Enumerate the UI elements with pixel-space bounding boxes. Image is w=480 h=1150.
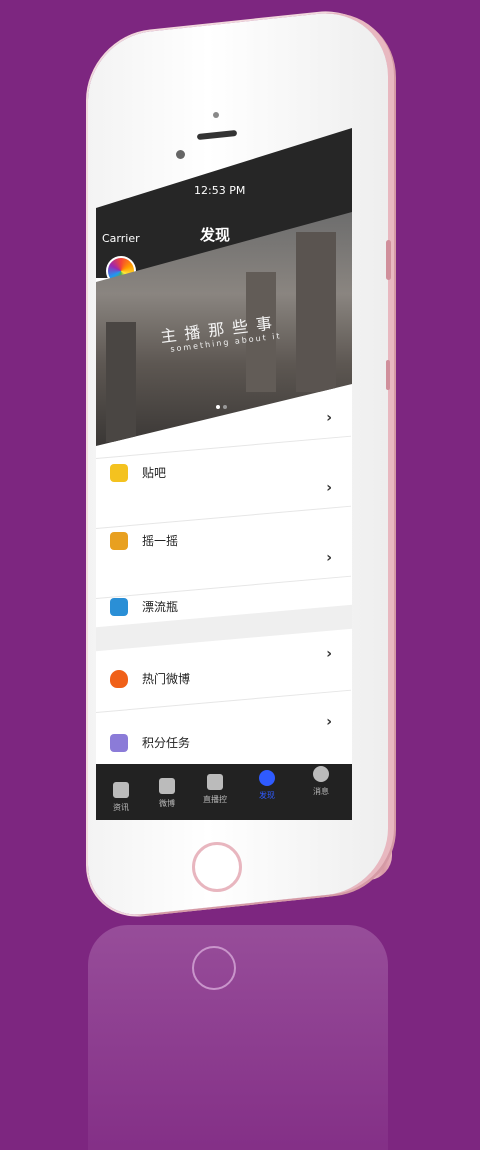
chevron-right-icon: › xyxy=(326,714,332,730)
list-item-label: 积分任务 xyxy=(142,736,191,750)
discover-planet-icon xyxy=(259,770,275,786)
tab-label: 资讯 xyxy=(113,803,129,812)
tab-discover[interactable]: 发现 xyxy=(244,770,290,801)
points-task-icon xyxy=(110,734,128,752)
tab-bar: 资讯 微博 直播控 发现 消息 xyxy=(96,764,352,820)
phone-screen: 12:53 PM Carrier 发现 主播那些事 something abou… xyxy=(96,128,352,820)
list-item-tieba[interactable]: 贴吧 › xyxy=(96,446,352,496)
chevron-right-icon: › xyxy=(326,646,332,662)
page-title: 发现 xyxy=(200,226,231,244)
list-item-shake[interactable]: 摇一摇 › xyxy=(96,516,352,566)
list-item-label: 热门微博 xyxy=(142,672,191,686)
volume-button xyxy=(386,240,391,280)
tieba-icon xyxy=(110,464,128,482)
list-item-hot-weibo[interactable]: 热门微博 › xyxy=(96,646,352,706)
hot-weibo-icon xyxy=(110,670,128,688)
chevron-right-icon: › xyxy=(326,480,332,496)
shake-icon xyxy=(110,532,128,550)
tab-label: 发现 xyxy=(259,791,275,800)
tab-live[interactable]: 直播控 xyxy=(192,774,238,805)
status-carrier: Carrier xyxy=(102,232,140,245)
tab-message[interactable]: 消息 xyxy=(298,766,344,797)
home-button[interactable] xyxy=(192,842,242,892)
news-icon xyxy=(113,782,129,798)
message-bubble-icon xyxy=(313,766,329,782)
power-button xyxy=(386,360,390,390)
status-time: 12:53 PM xyxy=(194,184,246,197)
front-sensor xyxy=(213,112,219,118)
bottle-icon xyxy=(110,598,128,616)
tab-label: 微博 xyxy=(159,799,175,808)
list-item-label: 漂流瓶 xyxy=(142,600,179,614)
tab-label: 直播控 xyxy=(203,795,227,804)
tab-news[interactable]: 资讯 xyxy=(98,782,144,813)
tab-weibo[interactable]: 微博 xyxy=(144,778,190,809)
tab-label: 消息 xyxy=(313,787,329,796)
list-item-label: 摇一摇 xyxy=(142,534,179,548)
chevron-right-icon: › xyxy=(326,550,332,566)
phone-reflection xyxy=(88,925,388,1150)
list-item-label: 贴吧 xyxy=(142,466,167,480)
chevron-right-icon: › xyxy=(326,410,332,426)
front-camera xyxy=(176,150,185,159)
live-play-icon xyxy=(207,774,223,790)
weibo-home-icon xyxy=(159,778,175,794)
banner-building xyxy=(296,232,336,392)
reflection-home-button xyxy=(192,946,236,990)
